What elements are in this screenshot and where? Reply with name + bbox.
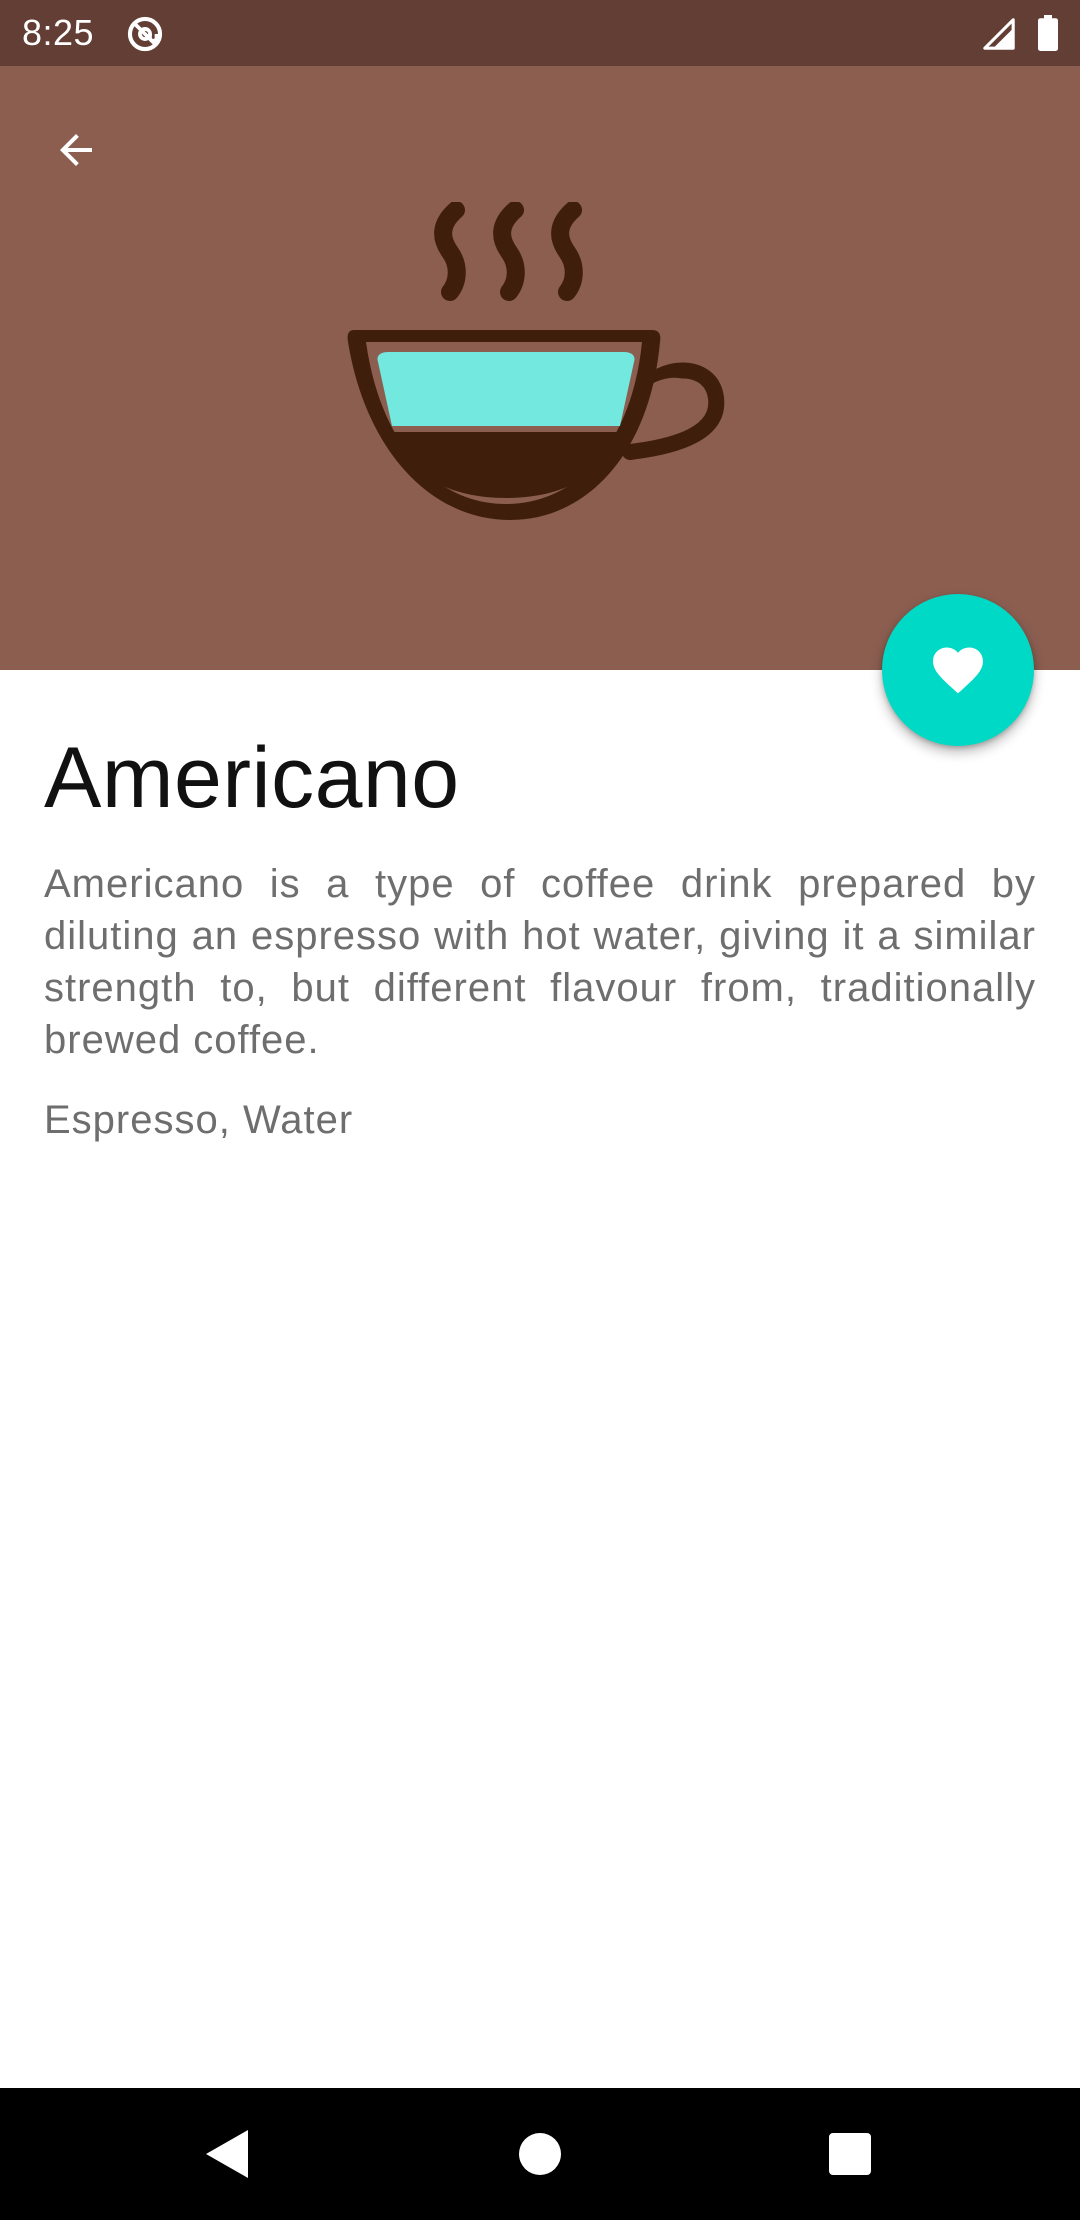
heart-icon bbox=[933, 647, 983, 694]
drink-ingredients: Espresso, Water bbox=[44, 1098, 354, 1142]
nav-recents-icon[interactable] bbox=[829, 2133, 871, 2175]
screen: 8:25 Americano Americano is a type of co… bbox=[0, 0, 1080, 2220]
drink-details: Americano Americano is a type of coffee … bbox=[44, 720, 1036, 1146]
nav-back-icon[interactable] bbox=[202, 2128, 252, 2180]
drink-description: Americano is a type of coffee drink prep… bbox=[44, 862, 1036, 1062]
nav-home-icon[interactable] bbox=[519, 2133, 561, 2175]
drink-title: Americano bbox=[44, 730, 460, 826]
status-bar: 8:25 bbox=[0, 0, 1080, 66]
navigation-bar bbox=[0, 2088, 1080, 2220]
arrow-back-icon bbox=[60, 134, 92, 166]
battery-full-icon bbox=[1038, 15, 1058, 51]
cellular-signal-icon bbox=[983, 18, 1015, 50]
back-button[interactable] bbox=[36, 110, 116, 190]
status-time: 8:25 bbox=[22, 12, 95, 53]
coffee-cup-icon bbox=[347, 202, 725, 520]
alternate-email-icon bbox=[127, 16, 163, 52]
hero-header bbox=[0, 66, 1080, 670]
